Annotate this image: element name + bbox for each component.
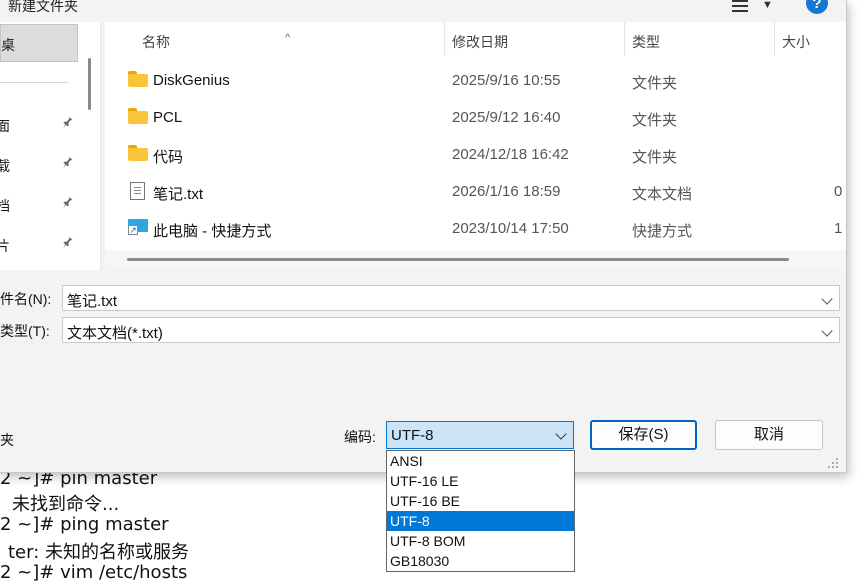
file-name: 此电脑 - 快捷方式 xyxy=(153,223,272,240)
file-name: DiskGenius xyxy=(153,72,230,89)
pin-icon xyxy=(63,237,73,248)
file-row[interactable]: 笔记.txt 2026/1/16 18:59 文本文档 0 xyxy=(105,173,846,210)
encoding-option-utf16le[interactable]: UTF-16 LE xyxy=(387,471,574,491)
filetype-value: 文本文档(*.txt) xyxy=(67,325,163,342)
encoding-option-gb18030[interactable]: GB18030 xyxy=(387,551,574,571)
encoding-option-ansi[interactable]: ANSI xyxy=(387,451,574,471)
nav-item-label: 面 xyxy=(0,118,10,134)
column-header-label: 名称 xyxy=(142,34,170,50)
column-header-name[interactable]: 名称 ^ xyxy=(105,22,445,58)
column-header-date[interactable]: 修改日期 xyxy=(445,22,625,58)
nav-divider xyxy=(0,82,68,83)
dialog-toolbar: 新建文件夹 ▼ ? xyxy=(0,0,846,22)
pin-icon xyxy=(63,117,73,128)
file-type: 文件夹 xyxy=(632,149,678,166)
folder-icon xyxy=(128,145,148,163)
file-type: 快捷方式 xyxy=(632,223,693,240)
nav-item-quick-access-2[interactable]: 载 xyxy=(0,154,78,176)
view-options-icon[interactable] xyxy=(732,0,748,16)
file-date: 2025/9/12 16:40 xyxy=(452,109,561,126)
nav-item-label: 桌 xyxy=(1,37,15,53)
file-row[interactable]: DiskGenius 2025/9/16 10:55 文件夹 xyxy=(105,62,846,99)
resize-grip-icon[interactable] xyxy=(826,456,840,470)
cancel-button[interactable]: 取消 xyxy=(715,420,823,450)
file-date: 2026/1/16 18:59 xyxy=(452,183,561,200)
view-dropdown-arrow-icon[interactable]: ▼ xyxy=(762,0,773,11)
nav-item-quick-access-4[interactable]: 片 xyxy=(0,234,78,256)
filename-label: 件名(N): xyxy=(0,291,52,307)
nav-item-label: 载 xyxy=(0,158,10,174)
file-name: PCL xyxy=(153,109,183,126)
pin-icon xyxy=(63,157,73,168)
nav-item-label: 片 xyxy=(0,238,10,254)
column-header-type[interactable]: 类型 xyxy=(625,22,775,58)
filetype-select[interactable]: 文本文档(*.txt) xyxy=(62,317,840,343)
file-date: 2023/10/14 17:50 xyxy=(452,220,569,237)
chevron-down-icon[interactable] xyxy=(821,293,833,305)
chevron-down-icon[interactable] xyxy=(821,325,833,337)
file-type: 文本文档 xyxy=(632,186,693,203)
file-size: 1 xyxy=(834,220,843,237)
terminal-line: ter: 未知的名称或服务 xyxy=(8,542,190,563)
horizontal-scrollbar-thumb[interactable] xyxy=(127,258,789,261)
terminal-line: 2 ~]# ping master xyxy=(0,514,169,535)
file-row[interactable]: PCL 2025/9/12 16:40 文件夹 xyxy=(105,99,846,136)
folder-icon xyxy=(128,71,148,89)
encoding-option-utf8bom[interactable]: UTF-8 BOM xyxy=(387,531,574,551)
file-type: 文件夹 xyxy=(632,112,678,129)
column-header-label: 类型 xyxy=(632,34,660,50)
pin-icon xyxy=(63,197,73,208)
nav-item-quick-access-1[interactable]: 面 xyxy=(0,114,78,136)
shortcut-icon: ↗ xyxy=(128,219,148,237)
hide-folders-toggle[interactable]: 夹 xyxy=(0,430,14,450)
save-button[interactable]: 保存(S) xyxy=(590,420,697,450)
text-file-icon xyxy=(128,182,148,200)
encoding-label: 编码: xyxy=(344,429,376,445)
terminal-line: 2 ~]# vim /etc/hosts xyxy=(0,562,188,583)
save-as-dialog: 新建文件夹 ▼ ? 桌 面 载 档 片 名称 ^ 修改日期 类型 大小 Disk… xyxy=(0,0,847,473)
encoding-option-utf8[interactable]: UTF-8 xyxy=(387,511,574,531)
filetype-label: 类型(T): xyxy=(0,323,50,339)
filename-input[interactable]: 笔记.txt xyxy=(62,285,840,311)
file-name: 笔记.txt xyxy=(153,186,204,203)
column-header-size[interactable]: 大小 xyxy=(775,22,846,58)
encoding-dropdown-list: ANSI UTF-16 LE UTF-16 BE UTF-8 UTF-8 BOM… xyxy=(386,450,575,572)
column-header-label: 大小 xyxy=(782,34,810,50)
filename-value: 笔记.txt xyxy=(67,293,118,310)
file-row[interactable]: 代码 2024/12/18 16:42 文件夹 xyxy=(105,136,846,173)
help-button[interactable]: ? xyxy=(806,0,828,14)
file-name: 代码 xyxy=(153,149,184,166)
nav-item-quick-access-3[interactable]: 档 xyxy=(0,194,78,216)
file-date: 2025/9/16 10:55 xyxy=(452,72,561,89)
file-date: 2024/12/18 16:42 xyxy=(452,146,569,163)
file-list: 名称 ^ 修改日期 类型 大小 DiskGenius 2025/9/16 10:… xyxy=(105,22,846,270)
terminal-line: 未找到命令... xyxy=(12,494,120,515)
navigation-pane: 桌 面 载 档 片 xyxy=(0,22,101,270)
column-header-label: 修改日期 xyxy=(452,34,508,50)
nav-item-desktop[interactable]: 桌 xyxy=(0,24,78,62)
file-row[interactable]: ↗ 此电脑 - 快捷方式 2023/10/14 17:50 快捷方式 1 xyxy=(105,210,846,247)
encoding-option-utf16be[interactable]: UTF-16 BE xyxy=(387,491,574,511)
sort-ascending-icon: ^ xyxy=(285,32,291,44)
folder-icon xyxy=(128,108,148,126)
nav-scrollbar[interactable] xyxy=(88,58,91,110)
encoding-value: UTF-8 xyxy=(391,427,434,444)
nav-item-label: 档 xyxy=(0,198,10,214)
file-type: 文件夹 xyxy=(632,75,678,92)
new-folder-button[interactable]: 新建文件夹 xyxy=(8,0,78,16)
chevron-down-icon[interactable] xyxy=(555,428,567,440)
encoding-select[interactable]: UTF-8 xyxy=(386,421,574,449)
file-size: 0 xyxy=(834,183,843,200)
